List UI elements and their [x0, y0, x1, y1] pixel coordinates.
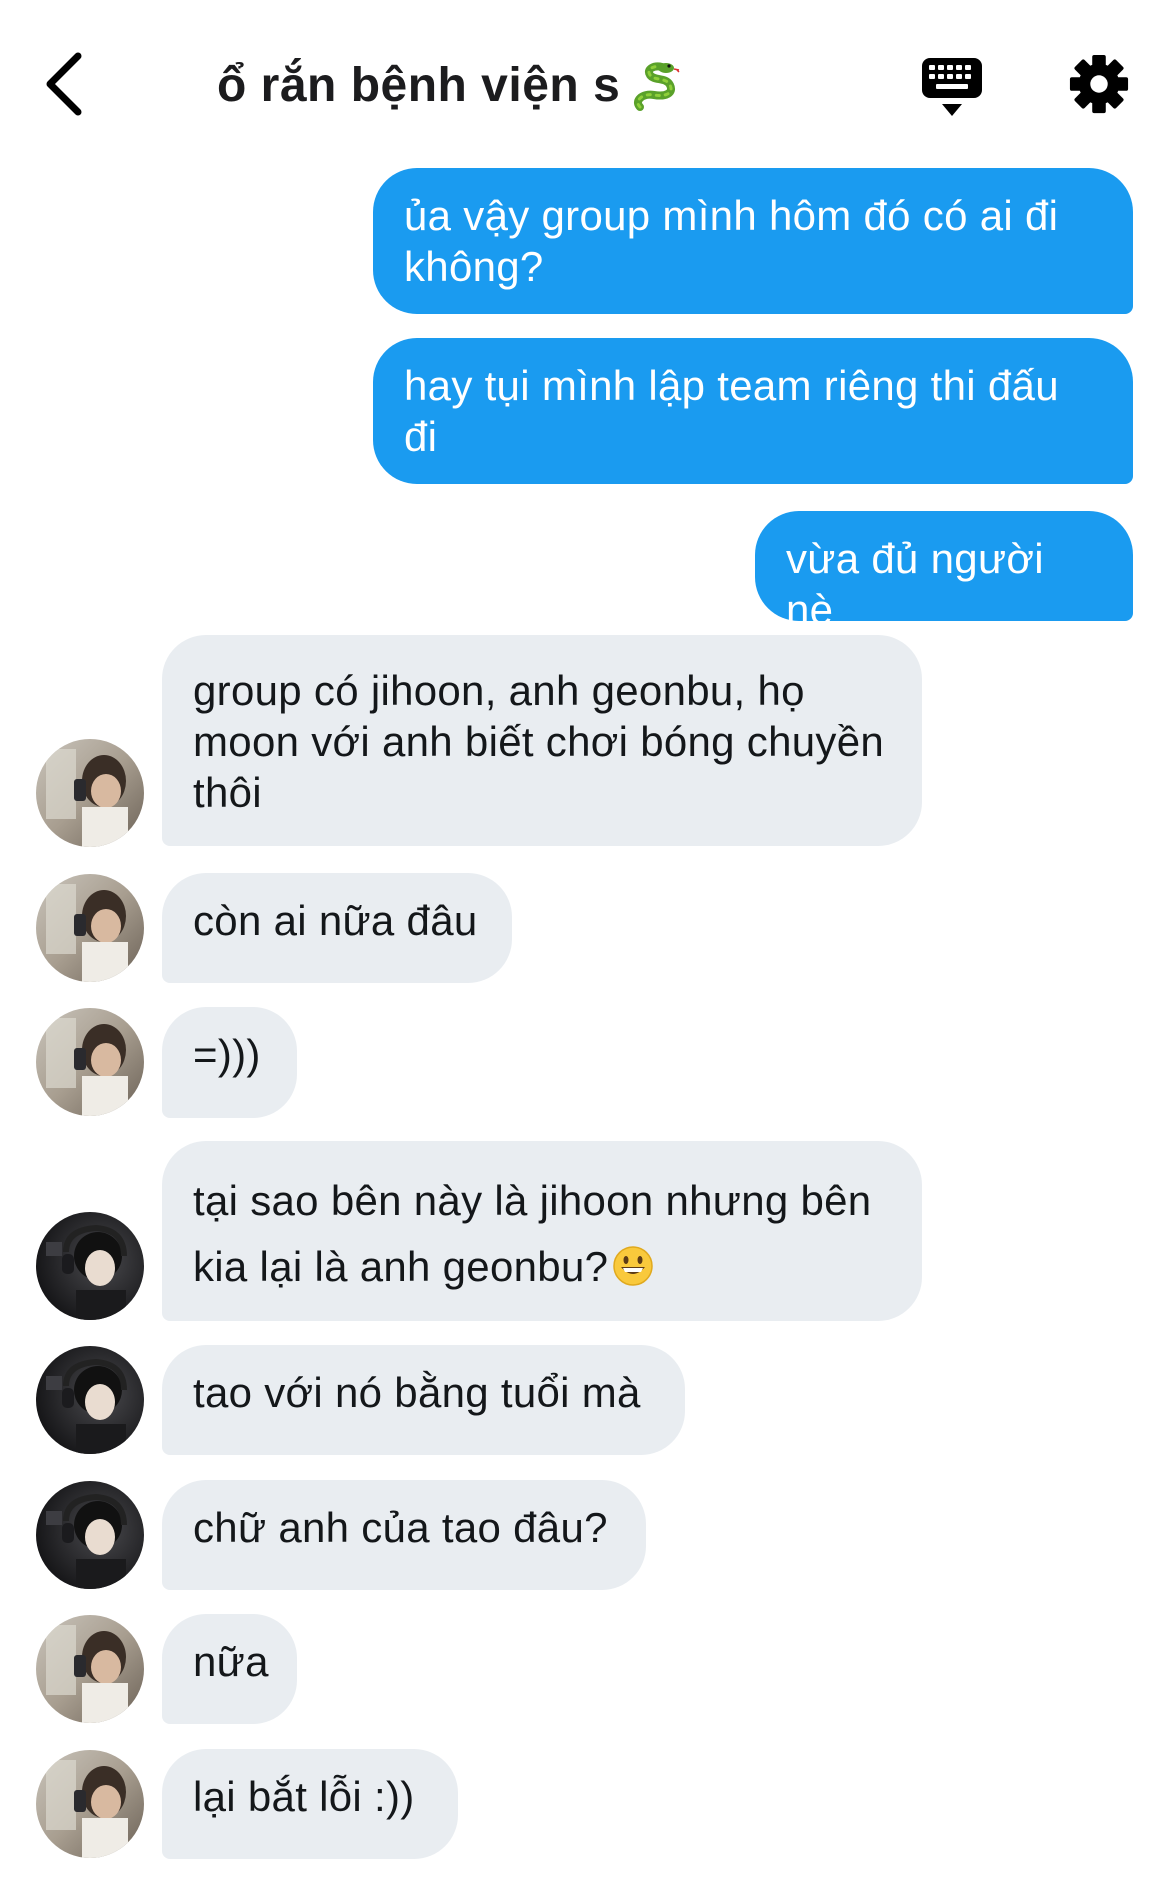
avatar-dark[interactable] [36, 1481, 144, 1589]
snake-emoji-icon [630, 61, 684, 115]
message-text: còn ai nữa đâu [193, 897, 478, 944]
message-text: nữa [193, 1638, 269, 1685]
chevron-left-icon [46, 52, 82, 116]
message-text: tại sao bên này là jihoon nhưng bên kia … [193, 1177, 872, 1290]
message-bubble-outgoing[interactable]: hay tụi mình lập team riêng thi đấu đi [373, 338, 1133, 484]
message-bubble-incoming[interactable]: tao với nó bằng tuổi mà [162, 1345, 685, 1455]
message-bubble-incoming[interactable]: nữa [162, 1614, 297, 1724]
message-text: hay tụi mình lập team riêng thi đấu đi [404, 362, 1059, 460]
settings-button[interactable] [1068, 52, 1130, 116]
avatar-dark[interactable] [36, 1212, 144, 1320]
message-text: chữ anh của tao đâu? [193, 1504, 608, 1551]
chat-header: ổ rắn bệnh viện s [0, 0, 1170, 165]
back-button[interactable] [40, 48, 90, 120]
avatar-dark[interactable] [36, 1346, 144, 1454]
message-bubble-outgoing[interactable]: ủa vậy group mình hôm đó có ai đi không? [373, 168, 1133, 314]
keyboard-button[interactable] [920, 56, 984, 120]
message-text: =))) [193, 1031, 261, 1078]
message-bubble-incoming[interactable]: =))) [162, 1007, 297, 1118]
message-text: vừa đủ người nè [786, 535, 1044, 633]
message-bubble-incoming[interactable]: lại bắt lỗi :)) [162, 1749, 458, 1859]
avatar-light[interactable] [36, 874, 144, 982]
conversation-title-text: ổ rắn bệnh viện s [217, 59, 621, 112]
message-bubble-incoming[interactable]: chữ anh của tao đâu? [162, 1480, 646, 1590]
conversation-title: ổ rắn bệnh viện s [217, 58, 684, 115]
avatar-light[interactable] [36, 1615, 144, 1723]
gear-icon [1069, 54, 1129, 114]
message-bubble-outgoing[interactable]: vừa đủ người nè [755, 511, 1133, 633]
avatar-light[interactable] [36, 739, 144, 847]
avatar-light[interactable] [36, 1750, 144, 1858]
avatar-light[interactable] [36, 1008, 144, 1116]
grinning-face-emoji-icon [612, 1240, 654, 1286]
message-text: group có jihoon, anh geonbu, họ moon với… [193, 667, 885, 816]
message-text: tao với nó bằng tuổi mà [193, 1369, 641, 1416]
message-bubble-incoming[interactable]: tại sao bên này là jihoon nhưng bên kia … [162, 1141, 922, 1321]
message-bubble-incoming[interactable]: group có jihoon, anh geonbu, họ moon với… [162, 635, 922, 846]
message-bubble-incoming[interactable]: còn ai nữa đâu [162, 873, 512, 983]
message-text: lại bắt lỗi :)) [193, 1773, 415, 1820]
keyboard-icon [922, 58, 982, 116]
message-text: ủa vậy group mình hôm đó có ai đi không? [404, 192, 1059, 290]
